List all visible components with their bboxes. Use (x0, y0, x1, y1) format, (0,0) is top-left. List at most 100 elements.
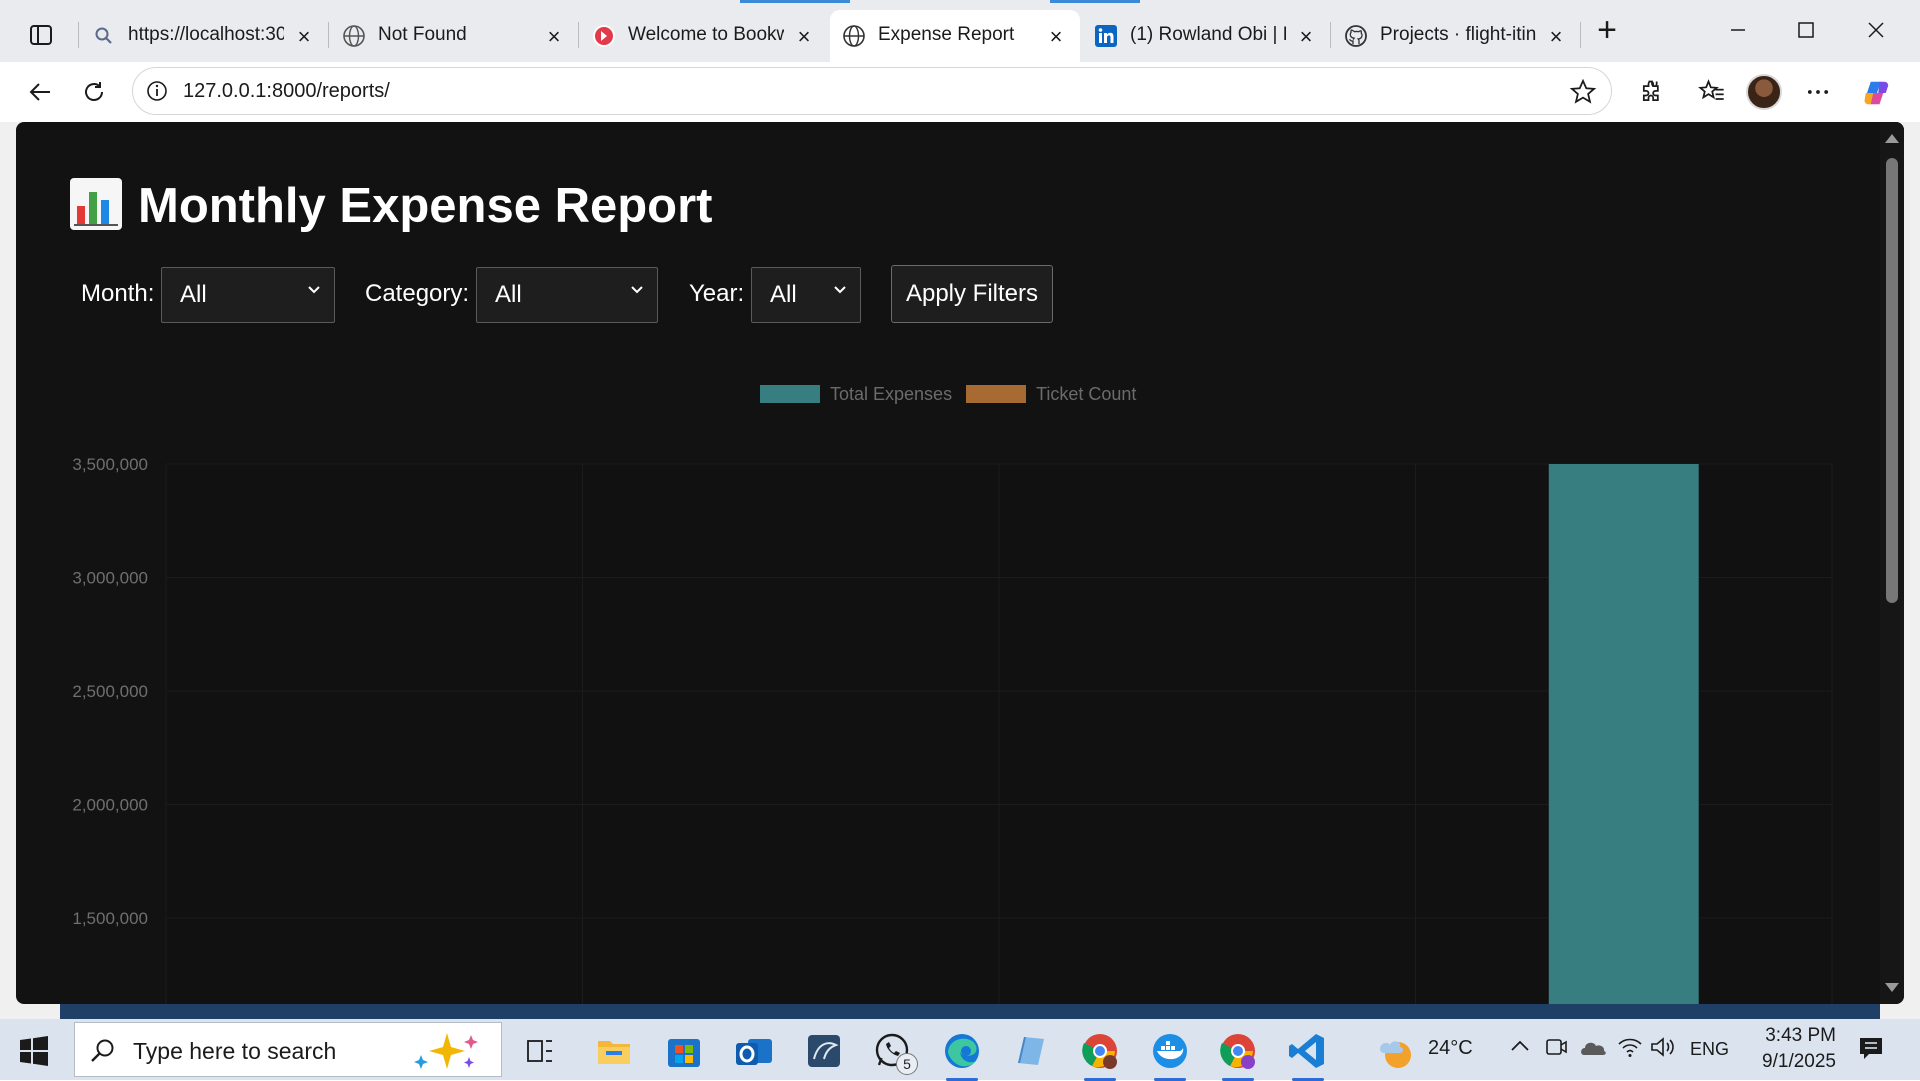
tab-localhost[interactable]: https://localhost:300 × (80, 12, 326, 58)
file-explorer-icon[interactable] (592, 1029, 636, 1073)
tab-title: Not Found (378, 24, 467, 45)
tab-title: Welcome to Bookwi (628, 24, 784, 45)
close-tab-icon[interactable]: × (1294, 25, 1318, 49)
scroll-down-arrow[interactable] (1885, 983, 1899, 992)
globe-icon (343, 25, 365, 47)
microsoft-store-icon[interactable] (662, 1029, 706, 1073)
chrome-profile-1-button[interactable] (1078, 1029, 1122, 1081)
url-text[interactable]: 127.0.0.1:8000/reports/ (183, 80, 390, 103)
clock-date: 9/1/2025 (1762, 1051, 1836, 1072)
tab-title: Expense Report (878, 24, 1015, 45)
windows-taskbar: Type here to search 5 24°C ENG 3:43 PM 9… (0, 1019, 1920, 1081)
globe-icon (843, 25, 865, 47)
close-tab-icon[interactable]: × (1544, 25, 1568, 49)
tab-separator (1330, 22, 1331, 48)
tab-title: (1) Rowland Obi | Lin (1130, 24, 1286, 45)
favorites-list-icon (1698, 79, 1724, 100)
back-button[interactable] (20, 72, 60, 112)
maximize-button[interactable] (1786, 14, 1826, 48)
site-info-icon[interactable] (145, 79, 169, 103)
page-viewport: Monthly Expense Report Month: All Catego… (16, 122, 1904, 1004)
chevron-down-icon (631, 286, 643, 294)
new-tab-button[interactable]: + (1592, 13, 1622, 47)
tab-github[interactable]: Projects · flight-itine × (1332, 12, 1578, 58)
profile-avatar[interactable] (1746, 74, 1782, 110)
month-select[interactable]: All (161, 267, 335, 323)
scroll-up-arrow[interactable] (1885, 134, 1899, 143)
tab-title: Projects · flight-itine (1380, 24, 1536, 45)
mysql-workbench-icon[interactable] (802, 1029, 846, 1073)
minimize-icon (1731, 29, 1745, 31)
page-title-text: Monthly Expense Report (138, 179, 713, 233)
edge-icon (945, 1034, 979, 1068)
search-icon (91, 1039, 114, 1062)
category-select[interactable]: All (476, 267, 658, 323)
windows-start-icon[interactable] (18, 1035, 50, 1067)
meet-now-icon[interactable] (1542, 1033, 1570, 1061)
tab-linkedin[interactable]: (1) Rowland Obi | Lin × (1082, 12, 1328, 58)
docker-button[interactable] (1148, 1029, 1192, 1081)
category-select-value: All (495, 281, 522, 308)
apply-filters-button[interactable]: Apply Filters (891, 265, 1053, 323)
tab-actions-icon (30, 25, 52, 45)
settings-menu-button[interactable] (1800, 74, 1836, 110)
notes-app-icon[interactable] (1008, 1029, 1052, 1073)
edge-taskbar-button[interactable] (940, 1029, 984, 1081)
whatsapp-button[interactable]: 5 (870, 1029, 918, 1075)
tab-title: https://localhost:300 (128, 24, 284, 45)
browser-toolbar: 127.0.0.1:8000/reports/ (0, 62, 1920, 122)
weather-icon[interactable] (1376, 1031, 1420, 1075)
notification-center-icon[interactable] (1856, 1033, 1886, 1063)
taskbar-search-box[interactable]: Type here to search (74, 1022, 502, 1077)
extensions-button[interactable] (1634, 74, 1670, 110)
tab-bookwise[interactable]: Welcome to Bookwi × (580, 12, 826, 58)
month-select-value: All (180, 281, 207, 308)
y-tick-label: 1,500,000 (72, 909, 148, 928)
chrome-profile-2-button[interactable] (1216, 1029, 1260, 1081)
chevron-down-icon (308, 286, 320, 294)
scrollbar-thumb[interactable] (1886, 158, 1898, 603)
reload-button[interactable] (74, 72, 114, 112)
clock-time: 3:43 PM (1765, 1025, 1836, 1046)
temperature-text[interactable]: 24°C (1428, 1037, 1473, 1060)
outlook-icon[interactable] (732, 1029, 776, 1073)
chevron-up-icon[interactable] (1506, 1033, 1534, 1061)
wifi-icon[interactable] (1616, 1033, 1644, 1061)
tab-expense-report[interactable]: Expense Report × (830, 10, 1080, 62)
notification-badge: 5 (896, 1053, 918, 1075)
close-tab-icon[interactable]: × (292, 25, 316, 49)
close-tab-icon[interactable]: × (1044, 25, 1068, 49)
favorite-star-icon[interactable] (1569, 78, 1597, 106)
task-view-icon[interactable] (518, 1029, 562, 1073)
bar-total-expenses[interactable] (1548, 464, 1699, 1004)
tab-separator (328, 22, 329, 48)
minimize-button[interactable] (1718, 14, 1758, 48)
legend-swatch (760, 385, 820, 403)
copilot-button[interactable] (1858, 74, 1894, 110)
onedrive-icon[interactable] (1578, 1033, 1608, 1061)
page-title: Monthly Expense Report (70, 178, 712, 234)
vertical-scrollbar[interactable] (1880, 122, 1904, 1004)
background-window-strip (60, 1004, 1880, 1019)
vscode-button[interactable] (1286, 1029, 1330, 1081)
system-clock[interactable]: 3:43 PM 9/1/2025 (1742, 1023, 1836, 1075)
year-select[interactable]: All (751, 267, 861, 323)
volume-icon[interactable] (1648, 1033, 1676, 1061)
y-tick-label: 2,000,000 (72, 796, 148, 815)
close-tab-icon[interactable]: × (792, 25, 816, 49)
close-window-button[interactable] (1856, 14, 1896, 48)
expense-bar-chart: 3,500,000 3,000,000 2,500,000 2,000,000 1,50… (72, 455, 1833, 1004)
close-tab-icon[interactable]: × (542, 25, 566, 49)
tab-actions-button[interactable] (22, 20, 60, 50)
chrome-icon (1082, 1034, 1117, 1069)
year-label: Year: (689, 280, 745, 307)
favorites-button[interactable] (1694, 74, 1730, 110)
tab-separator (78, 22, 79, 48)
tab-separator (578, 22, 579, 48)
y-tick-label: 2,500,000 (72, 682, 148, 701)
language-indicator[interactable]: ENG (1690, 1039, 1729, 1060)
category-label: Category: (365, 280, 470, 307)
address-bar[interactable]: 127.0.0.1:8000/reports/ (132, 67, 1612, 115)
linkedin-icon (1095, 25, 1117, 47)
tab-not-found[interactable]: Not Found × (330, 12, 576, 58)
